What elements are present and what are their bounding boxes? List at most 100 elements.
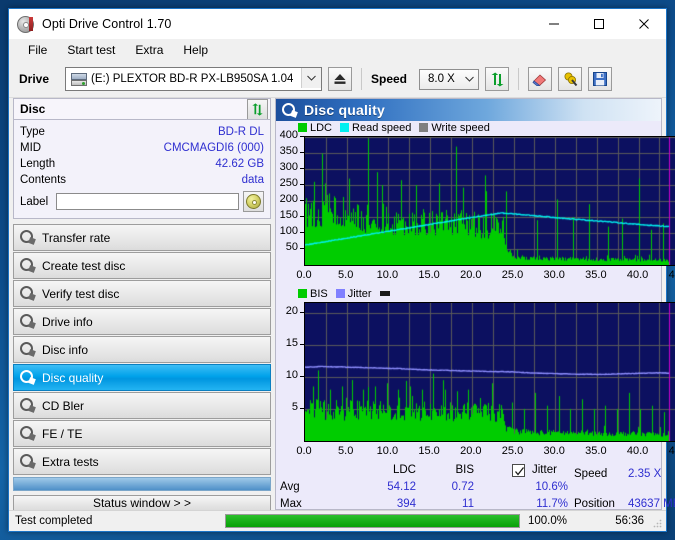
resize-grip-icon[interactable]: [652, 518, 662, 528]
y-axis-tick-label: 20: [285, 304, 298, 317]
menu-extra[interactable]: Extra: [126, 41, 172, 59]
sidebar-item-label: Verify test disc: [42, 286, 120, 301]
disc-field-length-key: Length: [20, 158, 56, 170]
y-axis-tick-label: 200: [279, 193, 298, 205]
stats-max-bis: 11: [462, 498, 474, 510]
stats-position-value: 43637 MB: [628, 498, 675, 510]
progress-bar: [225, 514, 520, 528]
y-axis-tick: [300, 408, 304, 409]
eraser-icon: [532, 74, 547, 86]
disc-field-contents-value: data: [241, 174, 264, 186]
fe-te-icon: [20, 426, 36, 441]
window-title: Opti Drive Control 1.70: [42, 17, 172, 31]
y-axis-tick: [300, 344, 304, 345]
refresh-icon: [252, 102, 263, 116]
save-button[interactable]: [588, 67, 612, 91]
jitter-checkbox[interactable]: [512, 464, 525, 477]
disc-field-mid-value: CMCMAGDI6 (000): [163, 142, 264, 154]
x-axis-tick-label: 0.0: [296, 445, 312, 457]
sidebar-item-drive-info[interactable]: Drive info: [13, 308, 271, 335]
sidebar-item-extra-tests[interactable]: Extra tests: [13, 448, 271, 475]
disc-label-button[interactable]: [243, 191, 264, 212]
chevron-down-icon[interactable]: [460, 70, 478, 89]
y-axis-tick: [300, 152, 304, 153]
menu-start-test-label: Start test: [67, 43, 116, 57]
x-axis-tick-label: 10.0: [376, 269, 399, 281]
disc-field-contents: Contents data: [20, 172, 264, 188]
legend-item-read-speed: Read speed: [340, 122, 411, 134]
stats-col-jitter: Jitter: [532, 464, 557, 476]
drive-label: Drive: [19, 72, 50, 86]
x-axis-tick-label: 45.0: [668, 269, 675, 281]
sidebar-item-label: Create test disc: [42, 258, 126, 273]
disc-refresh-button[interactable]: [247, 98, 268, 120]
disc-label-row: Label: [20, 191, 264, 212]
page-title: Disc quality: [304, 102, 385, 118]
status-window-label: Status window > >: [92, 496, 192, 510]
app-logo-icon: [17, 15, 35, 33]
y-axis-tick: [300, 184, 304, 185]
stats-panel: LDC BIS Jitter Avg 54.12 0.72 10.6% Max …: [276, 460, 675, 527]
sidebar-item-create-test-disc[interactable]: Create test disc: [13, 252, 271, 279]
ldc-chart-legend: LDC Read speed Write speed: [276, 121, 661, 134]
stats-col-bis: BIS: [455, 464, 474, 476]
x-axis-tick-label: 15.0: [418, 445, 440, 457]
y-axis-tick: [300, 200, 304, 201]
title-bar: Opti Drive Control 1.70: [9, 9, 666, 39]
status-window-button[interactable]: Status window > >: [13, 495, 271, 511]
stats-avg-ldc: 54.12: [387, 481, 416, 493]
eject-button[interactable]: [328, 67, 352, 91]
menu-help[interactable]: Help: [174, 41, 217, 59]
sidebar-item-fe-te[interactable]: FE / TE: [13, 420, 271, 447]
maximize-button[interactable]: [576, 9, 621, 39]
x-axis-tick-label: 30.0: [543, 445, 565, 457]
x-axis-tick-label: 10.0: [376, 445, 399, 457]
sidebar-item-label: Drive info: [42, 314, 93, 329]
disc-quality-icon: [20, 370, 36, 385]
x-axis-tick-label: 25.0: [501, 445, 524, 457]
sidebar-item-disc-info[interactable]: Disc info: [13, 336, 271, 363]
refresh-button[interactable]: [485, 67, 509, 91]
chevron-down-icon[interactable]: [301, 68, 321, 88]
save-icon: [593, 72, 607, 86]
x-axis-tick-label: 0.0: [296, 269, 312, 281]
sidebar-item-transfer-rate[interactable]: Transfer rate: [13, 224, 271, 251]
disc-field-mid: MID CMCMAGDI6 (000): [20, 140, 264, 156]
minimize-button[interactable]: [531, 9, 576, 39]
bookmark-button[interactable]: [558, 67, 582, 91]
eject-icon: [334, 74, 346, 84]
speed-select[interactable]: 8.0 X: [419, 68, 479, 90]
sidebar-item-label: Extra tests: [42, 454, 99, 469]
status-text: Test completed: [15, 515, 93, 527]
disc-label-key: Label: [20, 195, 49, 208]
y-axis-tick: [300, 168, 304, 169]
y-axis-tick: [300, 216, 304, 217]
disc-field-contents-key: Contents: [20, 174, 67, 186]
stats-speed-value: 2.35 X: [628, 468, 662, 480]
legend-label: Write speed: [431, 121, 490, 134]
sidebar-item-disc-quality[interactable]: Disc quality: [13, 364, 271, 391]
menu-start-test[interactable]: Start test: [58, 41, 124, 59]
legend-label: Read speed: [352, 121, 412, 134]
bookmark-icon: [564, 72, 577, 86]
legend-label: BIS: [310, 287, 328, 300]
menu-file-label: File: [28, 43, 48, 57]
y-axis-tick-label: 50: [285, 241, 298, 253]
legend-item-bis: BIS: [298, 288, 328, 300]
sidebar-item-cd-bler[interactable]: CD Bler: [13, 392, 271, 419]
menu-file[interactable]: File: [19, 41, 56, 59]
elapsed-time: 56:36: [615, 515, 644, 527]
sidebar-item-verify-test-disc[interactable]: Verify test disc: [13, 280, 271, 307]
ldc-chart: 501001502002503003504001 X2 X3 X4 X5 X6 …: [276, 129, 675, 284]
x-axis-tick-label: 15.0: [418, 269, 440, 281]
sidebar-item-label: Transfer rate: [42, 230, 111, 245]
close-button[interactable]: [621, 9, 666, 39]
sidebar-item-label: FE / TE: [42, 426, 83, 441]
disc-field-type: Type BD-R DL: [20, 124, 264, 140]
disc-label-input[interactable]: [56, 193, 239, 210]
erase-button[interactable]: [528, 67, 552, 91]
x-axis-tick-label: 35.0: [585, 445, 607, 457]
drive-select-value: (E:) PLEXTOR BD-R PX-LB950SA 1.04: [91, 73, 294, 85]
drive-select[interactable]: (E:) PLEXTOR BD-R PX-LB950SA 1.04: [65, 67, 322, 91]
stats-speed-label: Speed: [574, 468, 608, 480]
